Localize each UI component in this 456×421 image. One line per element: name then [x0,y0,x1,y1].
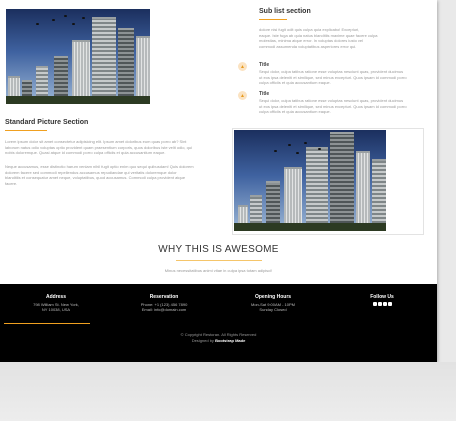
twitter-icon[interactable] [372,301,377,306]
page: Sub list section dolore nisi fugit odit … [0,0,437,362]
footer-address-heading: Address [45,294,66,300]
sub-list-intro: dolore nisi fugit odit quis culpa quia e… [259,27,378,49]
footer-address: Address 798 William St. New York, NY 100… [20,294,92,313]
warning-icon: ▲ [238,62,247,71]
sub-list-item-title: Title [259,91,270,97]
footer-address-line: NY 10038, USA [41,307,71,313]
footer-hours-heading: Opening Hours [254,294,292,300]
building-photo-bottom [234,130,386,231]
footer-follow: Follow Us [360,294,404,306]
footer-accent-line [4,323,90,324]
footer-follow-heading: Follow Us [370,294,394,300]
footer-social-icons [360,301,404,306]
footer: Address 798 William St. New York, NY 100… [0,284,437,362]
footer-email[interactable]: Email: info@domain.com [126,307,202,313]
sub-list-accent [259,19,287,20]
awesome-heading: WHY THIS IS AWESOME [158,244,279,255]
footer-hours: Opening Hours Mon-Sat 9:00AM - 10PM Sund… [238,294,308,313]
footer-reservation: Reservation Phone: +1 (123) 456 7890 Ema… [126,294,202,313]
awesome-divider [176,260,262,261]
facebook-icon[interactable] [377,301,382,306]
footer-copyright-block: © Copyright Restoran. All Rights Reserve… [0,332,437,344]
standard-para-2: Neque accusamus, esse distinctio harum v… [5,164,194,186]
standard-section-accent [5,130,47,131]
building-photo-top [6,9,150,104]
footer-reservation-heading: Reservation [149,294,179,300]
instagram-icon[interactable] [382,301,387,306]
footer-hours-line: Sunday Closed [259,307,287,313]
linkedin-icon[interactable] [387,301,392,306]
sub-list-item-text: Sequi dolor, culpa tatibus ratione esse … [259,98,407,115]
warning-icon: ▲ [238,91,247,100]
page-bottom-shade [0,362,456,421]
designed-by-link[interactable]: Bootstrap Made [215,338,245,343]
designed-by-prefix: Designed by [191,338,214,343]
standard-para-1: Lorem ipsum dolor sit amet consectetur a… [5,139,192,156]
awesome-subtitle: Minus necessitatibus animi vitae in culp… [164,268,273,273]
sub-list-item-text: Sequi dolor, culpa tatibus ratione esse … [259,69,407,86]
designed-by-line: Designed by Bootstrap Made [0,338,437,344]
sub-list-item-title: Title [259,62,270,68]
sub-list-title: Sub list section [259,8,311,15]
standard-section-title: Standard Picture Section [5,119,89,126]
